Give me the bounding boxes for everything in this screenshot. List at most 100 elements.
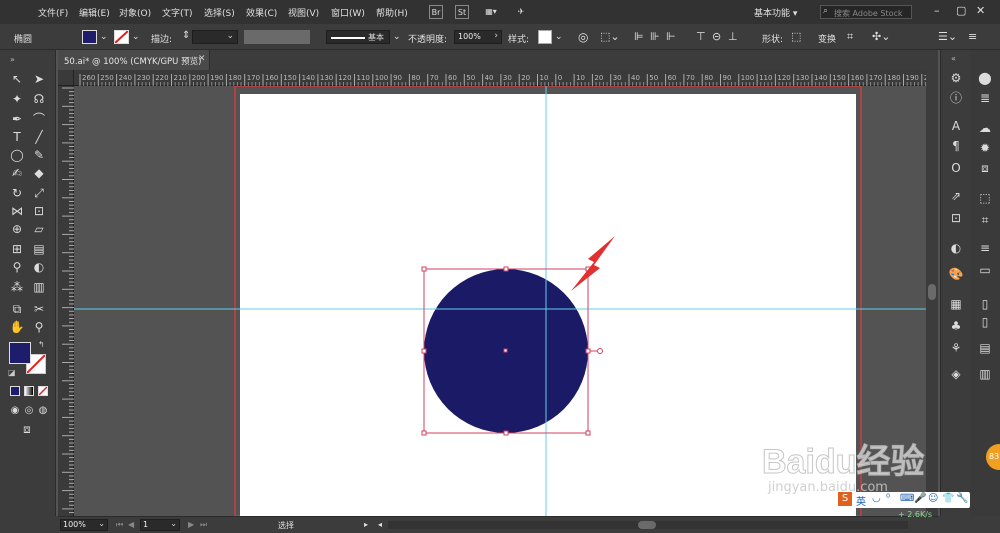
export-panel-icon[interactable]: ⇗	[948, 188, 964, 204]
color-mode-button[interactable]	[10, 386, 20, 396]
ime-keyboard-icon[interactable]: ⌨	[900, 493, 914, 504]
fill-color-swatch[interactable]	[82, 30, 97, 44]
ellipse-tool-icon[interactable]: ◯	[8, 146, 26, 164]
align-panel-icon[interactable]: ▯	[977, 314, 993, 330]
magic-wand-tool-icon[interactable]: ✦	[8, 90, 26, 108]
first-artboard-icon[interactable]: ⏮	[116, 520, 123, 530]
more-options-icon[interactable]: ✣⌄	[872, 30, 890, 43]
ime-mode-icon[interactable]: ⁰	[886, 493, 890, 504]
brushes-panel-icon[interactable]: ⚘	[948, 340, 964, 356]
handle-top-left[interactable]	[421, 266, 427, 272]
menu-file[interactable]: 文件(F)	[38, 6, 68, 19]
blend-tool-icon[interactable]: ◐	[30, 258, 48, 276]
links-panel-icon[interactable]: ⬚	[977, 190, 993, 206]
hand-tool-icon[interactable]: ✋	[8, 318, 26, 336]
shape-properties-icon[interactable]: ⬚	[791, 30, 801, 43]
opacity-input[interactable]: 100% ›	[454, 30, 502, 44]
ime-toolbar[interactable]: S 英 ◡ ⁰ ⌨ 🎤 ☺ 👕 🔧	[836, 492, 970, 508]
style-chevron-icon[interactable]: ⌄	[555, 32, 563, 42]
close-button[interactable]: ✕	[976, 4, 985, 17]
document-tab[interactable]: 50.ai* @ 100% (CMYK/GPU 预览) ✕	[58, 50, 210, 70]
stroke-weight-stepper-icon[interactable]: ⇕	[182, 30, 190, 41]
line-segment-tool-icon[interactable]: ╱	[30, 128, 48, 146]
gradient-panel-icon[interactable]: ▭	[977, 262, 993, 278]
menu-type[interactable]: 文字(T)	[162, 6, 193, 19]
eraser-tool-icon[interactable]: ◆	[30, 164, 48, 182]
ime-voice-icon[interactable]: 🎤	[914, 493, 926, 504]
maximize-button[interactable]: ▢	[956, 4, 966, 17]
artboard-tool-icon[interactable]: ⧉	[8, 300, 26, 318]
zoom-tool-icon[interactable]: ⚲	[30, 318, 48, 336]
horizontal-scroll-thumb[interactable]	[638, 521, 656, 529]
lasso-tool-icon[interactable]: ☊	[30, 90, 48, 108]
navigator-panel-icon[interactable]: ⧈	[977, 160, 993, 176]
color-panel-icon[interactable]: ⬤	[977, 70, 993, 86]
stroke-weight-label[interactable]: 描边:	[151, 32, 172, 45]
ime-skin-icon[interactable]: 👕	[942, 493, 954, 504]
eyedropper-tool-icon[interactable]: ⚲	[8, 258, 26, 276]
pen-tool-icon[interactable]: ✒	[8, 110, 26, 128]
gradient-tool-icon[interactable]: ▤	[30, 240, 48, 258]
h-scroll-left-icon[interactable]: ◂	[378, 520, 382, 529]
stock-button[interactable]: St	[455, 5, 469, 19]
column-graph-tool-icon[interactable]: ▥	[30, 278, 48, 296]
symbol-sprayer-tool-icon[interactable]: ⁂	[8, 278, 26, 296]
character-panel-icon[interactable]: A	[948, 118, 964, 134]
slice-tool-icon[interactable]: ✂	[30, 300, 48, 318]
menu-window[interactable]: 窗口(W)	[331, 6, 365, 19]
horizontal-ruler[interactable]: 260 250 240 230 220 210 200 190 180 170 160 150 140 1…	[74, 70, 938, 86]
curvature-tool-icon[interactable]: ⌒	[30, 110, 48, 128]
transform-panel-icon[interactable]: ⊡	[948, 210, 964, 226]
ime-punct-icon[interactable]: ◡	[872, 493, 881, 504]
stroke-dropdown-chevron-icon[interactable]: ⌄	[132, 32, 140, 42]
graphic-styles-panel-icon[interactable]: ▥	[977, 366, 993, 382]
handle-top-center[interactable]	[503, 266, 509, 272]
gpu-performance-icon[interactable]: ✈	[514, 5, 528, 19]
perspective-grid-tool-icon[interactable]: ▱	[30, 220, 48, 238]
rotate-tool-icon[interactable]: ↻	[8, 184, 26, 202]
layers-panel-icon[interactable]: ◈	[948, 366, 964, 382]
screen-mode-icon[interactable]: ⧈	[18, 420, 36, 438]
asset-export-panel-icon[interactable]: ▦	[948, 296, 964, 312]
stroke-color-swatch[interactable]	[114, 30, 129, 44]
transparency-panel-icon[interactable]: ▤	[977, 340, 993, 356]
type-tool-icon[interactable]: T	[8, 128, 26, 146]
info-panel-icon[interactable]: ⓘ	[948, 90, 964, 106]
menu-object[interactable]: 对象(O)	[119, 6, 151, 19]
paintbrush-tool-icon[interactable]: ✎	[30, 146, 48, 164]
vertical-scroll-thumb[interactable]	[928, 284, 936, 300]
canvas-area[interactable]	[74, 86, 926, 516]
brush-chevron-icon[interactable]: ⌄	[393, 32, 401, 42]
mesh-tool-icon[interactable]: ⊞	[8, 240, 26, 258]
swap-fill-stroke-icon[interactable]: ↰	[38, 340, 45, 349]
recolor-artwork-icon[interactable]: ◎	[578, 30, 588, 44]
minimize-button[interactable]: –	[934, 4, 940, 17]
transform-label[interactable]: 变换	[818, 32, 836, 45]
none-mode-button[interactable]	[38, 386, 48, 396]
variable-width-profile[interactable]	[244, 30, 310, 44]
horizontal-scrollbar[interactable]	[388, 521, 908, 529]
artboard-number-dropdown[interactable]: 1 ⌄	[140, 519, 180, 531]
bridge-button[interactable]: Br	[429, 5, 443, 19]
ime-settings-icon[interactable]: 🔧	[956, 493, 968, 504]
selection-tool-icon[interactable]: ↖	[8, 70, 26, 88]
prev-artboard-icon[interactable]: ◀	[128, 520, 134, 529]
symbols-panel-icon[interactable]: ♣	[948, 318, 964, 334]
align-bottom-icon[interactable]: ⊥	[728, 30, 738, 43]
handle-bottom-left[interactable]	[421, 430, 427, 436]
width-tool-icon[interactable]: ⋈	[8, 202, 26, 220]
color-guide-panel-icon[interactable]: 🎨	[948, 266, 964, 282]
stroke-weight-input[interactable]: ⌄	[192, 30, 238, 44]
ime-emoji-icon[interactable]: ☺	[928, 493, 938, 504]
default-fill-stroke-icon[interactable]: ◪	[8, 368, 16, 377]
fill-dropdown-chevron-icon[interactable]: ⌄	[100, 32, 108, 42]
direct-selection-tool-icon[interactable]: ➤	[30, 70, 48, 88]
zoom-dropdown[interactable]: 100% ⌄	[60, 519, 108, 531]
stock-search-field[interactable]: ⌕ 搜索 Adobe Stock	[820, 5, 912, 19]
menu-select[interactable]: 选择(S)	[204, 6, 235, 19]
last-artboard-icon[interactable]: ⏭	[200, 520, 207, 530]
opacity-label[interactable]: 不透明度:	[408, 32, 447, 45]
isolate-object-icon[interactable]: ⌗	[847, 30, 853, 44]
scale-tool-icon[interactable]: ⤢	[30, 184, 48, 202]
align-vcenter-icon[interactable]: ⊝	[712, 30, 721, 43]
